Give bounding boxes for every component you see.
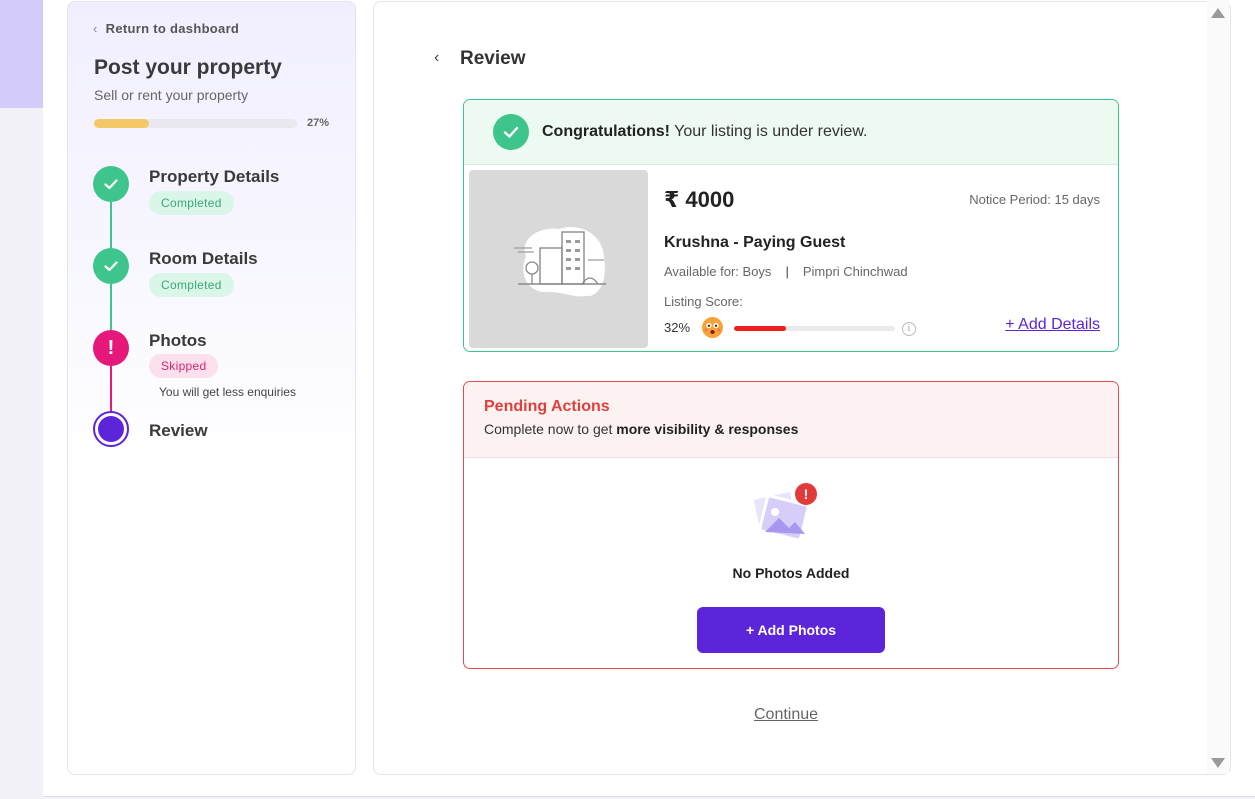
- step-connector: [110, 284, 112, 330]
- pending-actions-header: Pending Actions Complete now to get more…: [464, 382, 1118, 458]
- listing-name: Krushna - Paying Guest: [664, 234, 846, 251]
- sidebar-stepper-card: ‹ Return to dashboard Post your property…: [67, 1, 356, 775]
- listing-score-label: Listing Score:: [664, 294, 743, 309]
- listing-location: Pimpri Chinchwad: [802, 264, 908, 279]
- add-photos-button[interactable]: + Add Photos: [697, 607, 885, 653]
- progress-percent: 27%: [307, 117, 330, 129]
- return-to-dashboard-link[interactable]: ‹ Return to dashboard: [93, 21, 239, 36]
- add-details-link[interactable]: + Add Details: [1005, 316, 1100, 334]
- chevron-left-icon: ‹: [93, 21, 98, 36]
- congrats-text: Your listing is under review.: [674, 123, 868, 140]
- scroll-up-arrow-icon[interactable]: [1211, 8, 1225, 18]
- step-property-details-status: [93, 166, 129, 202]
- available-for: Available for: Boys: [664, 264, 772, 279]
- congrats-bold: Congratulations!: [542, 123, 670, 140]
- pending-sub-bold: more visibility & responses: [616, 421, 799, 437]
- listing-card: Congratulations! Your listing is under r…: [463, 99, 1119, 352]
- pending-sub-prefix: Complete now to get: [484, 421, 617, 437]
- congrats-banner: Congratulations! Your listing is under r…: [464, 100, 1118, 165]
- sidebar-title: Post your property: [94, 56, 282, 79]
- pending-actions-card: Pending Actions Complete now to get more…: [463, 381, 1119, 669]
- listing-score-percent: 32%: [664, 320, 691, 335]
- info-icon[interactable]: i: [902, 322, 916, 336]
- status-badge: Skipped: [149, 354, 219, 378]
- listing-score-bar-fill: [734, 326, 786, 331]
- pending-actions-title: Pending Actions: [484, 398, 610, 415]
- step-room-details[interactable]: Room Details: [149, 249, 258, 269]
- check-icon: [493, 114, 529, 150]
- current-step-dot: [98, 416, 124, 442]
- meta-separator: |: [785, 264, 789, 279]
- step-property-details[interactable]: Property Details: [149, 167, 279, 187]
- page-title: Review: [460, 48, 526, 69]
- return-to-dashboard-label: Return to dashboard: [105, 21, 240, 36]
- building-placeholder-icon: [469, 170, 648, 348]
- svg-text:!: !: [804, 486, 809, 502]
- status-badge: Completed: [149, 273, 234, 297]
- step-photos-note: You will get less enquiries: [159, 385, 296, 399]
- step-room-details-status: [93, 248, 129, 284]
- step-connector: [110, 366, 112, 412]
- congrats-message: Congratulations! Your listing is under r…: [542, 123, 867, 141]
- listing-meta: Available for: Boys | Pimpri Chinchwad: [664, 264, 908, 279]
- continue-link[interactable]: Continue: [754, 706, 818, 724]
- background-accent-strip: [0, 0, 43, 108]
- pending-actions-subtitle: Complete now to get more visibility & re…: [484, 421, 1098, 437]
- listing-score-bar: [734, 326, 895, 331]
- sad-face-emoji-icon: [702, 317, 723, 338]
- progress-bar-fill: [94, 119, 149, 128]
- progress-bar: [94, 119, 297, 128]
- notice-period: Notice Period: 15 days: [969, 192, 1100, 207]
- photo-warning-icon: !: [750, 482, 821, 548]
- listing-price: ₹ 4000: [664, 187, 735, 212]
- scrollbar[interactable]: [1207, 0, 1229, 774]
- step-review-status: [93, 411, 129, 447]
- scroll-down-arrow-icon[interactable]: [1211, 758, 1225, 768]
- no-photos-label: No Photos Added: [732, 565, 850, 581]
- sidebar-subtitle: Sell or rent your property: [94, 87, 249, 103]
- step-photos[interactable]: Photos: [149, 331, 207, 351]
- check-icon: [104, 261, 118, 272]
- check-icon: [104, 179, 118, 190]
- step-review[interactable]: Review: [149, 421, 208, 441]
- step-connector: [110, 202, 112, 248]
- status-badge: Completed: [149, 191, 234, 215]
- exclamation-icon: !: [93, 330, 129, 366]
- chevron-left-icon[interactable]: ‹: [434, 49, 439, 67]
